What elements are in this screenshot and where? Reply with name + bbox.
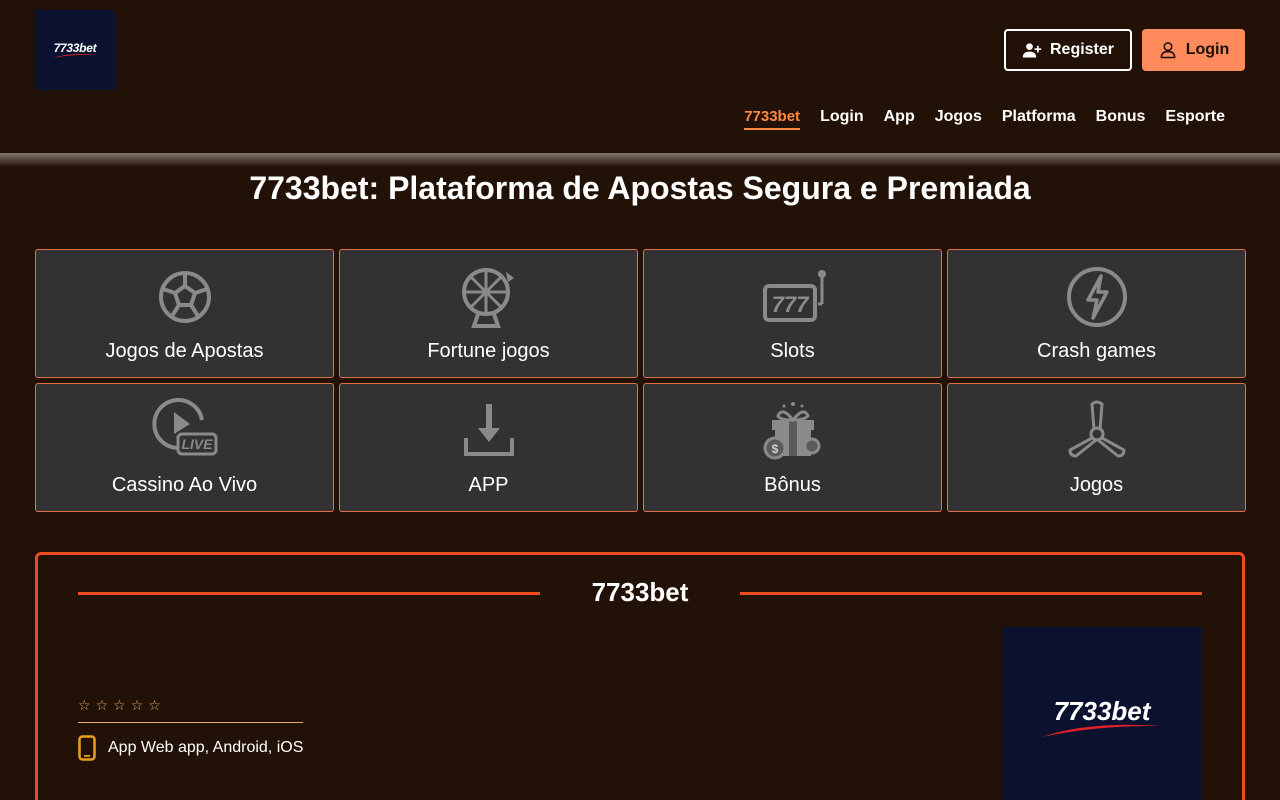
register-label: Register bbox=[1049, 41, 1115, 58]
app-platforms: App Web app, Android, iOS bbox=[78, 735, 303, 761]
svg-text:LIVE: LIVE bbox=[181, 436, 213, 452]
star-icon[interactable]: ☆ bbox=[148, 697, 161, 714]
category-label: Cassino Ao Vivo bbox=[111, 474, 258, 496]
star-icon[interactable]: ☆ bbox=[113, 697, 126, 714]
download-icon bbox=[454, 398, 524, 464]
category-label: Slots bbox=[770, 340, 815, 362]
svg-text:$: $ bbox=[771, 442, 778, 456]
page: 7733bet Register Login 7733bet Login App… bbox=[0, 0, 1280, 800]
gift-bonus-icon: $ bbox=[758, 398, 828, 464]
page-title: 7733bet: Plataforma de Apostas Segura e … bbox=[249, 170, 1031, 206]
login-button[interactable]: Login bbox=[1142, 29, 1245, 71]
propeller-icon bbox=[1062, 398, 1132, 464]
category-label: Jogos de Apostas bbox=[105, 340, 264, 362]
section-title: 7733bet bbox=[591, 577, 689, 607]
login-label: Login bbox=[1185, 41, 1230, 58]
nav-item-7733bet[interactable]: 7733bet bbox=[744, 108, 801, 130]
category-card-jogos[interactable]: Jogos bbox=[947, 383, 1246, 512]
nav-item-esporte[interactable]: Esporte bbox=[1165, 108, 1225, 130]
nav-item-app[interactable]: App bbox=[884, 108, 915, 130]
smartphone-icon bbox=[78, 735, 96, 761]
nav-item-jogos[interactable]: Jogos bbox=[935, 108, 982, 130]
brand-logo: 7733bet bbox=[1002, 627, 1202, 800]
logo-swoosh-icon bbox=[53, 54, 97, 58]
category-label: Fortune jogos bbox=[427, 340, 550, 362]
category-label: Crash games bbox=[1037, 340, 1156, 362]
register-button[interactable]: Register bbox=[1004, 29, 1132, 71]
category-card-fortune-jogos[interactable]: Fortune jogos bbox=[339, 249, 638, 378]
fortune-wheel-icon bbox=[454, 264, 524, 330]
category-card-cassino-ao-vivo[interactable]: LIVE Cassino Ao Vivo bbox=[35, 383, 334, 512]
nav-item-bonus[interactable]: Bonus bbox=[1096, 108, 1146, 130]
live-play-icon: LIVE bbox=[150, 398, 220, 464]
category-card-bonus[interactable]: $ Bônus bbox=[643, 383, 942, 512]
logo-swoosh-icon bbox=[1042, 724, 1162, 737]
rating-divider bbox=[78, 722, 303, 723]
category-label: Bônus bbox=[764, 474, 821, 496]
site-logo[interactable]: 7733bet bbox=[35, 10, 115, 90]
category-card-jogos-de-apostas[interactable]: Jogos de Apostas bbox=[35, 249, 334, 378]
category-label: Jogos bbox=[1069, 474, 1124, 496]
rating-stars: ☆ ☆ ☆ ☆ ☆ bbox=[78, 697, 161, 714]
main-nav: 7733bet Login App Jogos Platforma Bonus … bbox=[744, 108, 1225, 130]
star-icon[interactable]: ☆ bbox=[96, 697, 109, 714]
nav-item-login[interactable]: Login bbox=[820, 108, 864, 130]
category-card-slots[interactable]: 777 Slots bbox=[643, 249, 942, 378]
header-divider bbox=[0, 153, 1280, 167]
soccer-ball-icon bbox=[150, 264, 220, 330]
lightning-icon bbox=[1062, 264, 1132, 330]
user-icon bbox=[1160, 42, 1176, 59]
category-card-app[interactable]: APP bbox=[339, 383, 638, 512]
category-label: APP bbox=[468, 474, 509, 496]
category-grid: Jogos de Apostas Fortune jogos 777 Slots… bbox=[35, 249, 1246, 512]
slot-machine-icon: 777 bbox=[758, 264, 828, 330]
app-platforms-text: App Web app, Android, iOS bbox=[108, 739, 304, 756]
star-icon[interactable]: ☆ bbox=[78, 697, 91, 714]
svg-text:777: 777 bbox=[771, 292, 809, 317]
user-plus-icon bbox=[1022, 43, 1042, 58]
star-icon[interactable]: ☆ bbox=[131, 697, 144, 714]
app-info-section: 7733bet ☆ ☆ ☆ ☆ ☆ App Web app, Android, … bbox=[35, 552, 1245, 800]
category-card-crash-games[interactable]: Crash games bbox=[947, 249, 1246, 378]
header: 7733bet Register Login 7733bet Login App… bbox=[0, 0, 1280, 160]
nav-item-platforma[interactable]: Platforma bbox=[1002, 108, 1076, 130]
